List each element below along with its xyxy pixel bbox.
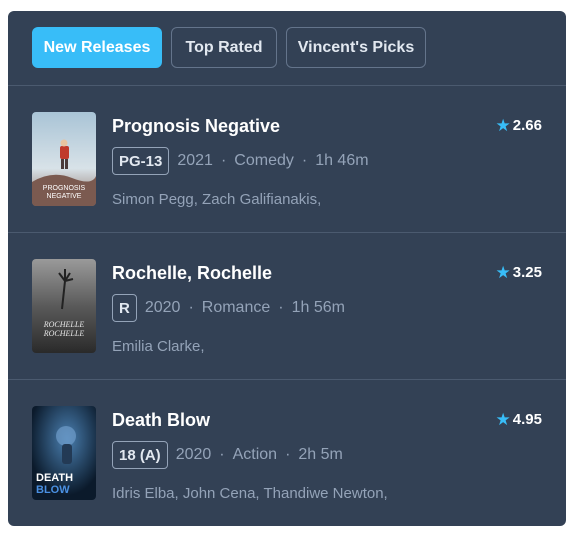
movie-row[interactable]: ROCHELLE ROCHELLE Rochelle, Rochelle ★ 3… <box>8 233 566 380</box>
star-icon: ★ <box>495 410 511 429</box>
movie-meta: R 2020 · Romance · 1h 56m <box>112 294 345 322</box>
poster-title-line-2: NEGATIVE <box>47 193 82 200</box>
movie-year: 2020 <box>144 299 181 316</box>
movie-rating: ★ 4.95 <box>496 411 542 428</box>
movie-meta: 18 (A) 2020 · Action · 2h 5m <box>112 441 343 469</box>
poster-title-line-1: ROCHELLE <box>43 320 85 329</box>
movie-row[interactable]: PROGNOSIS NEGATIVE Prognosis Negative ★ … <box>8 86 566 233</box>
movie-title[interactable]: Prognosis Negative <box>112 116 280 137</box>
certification-badge: R <box>112 294 137 322</box>
movie-genre: Romance <box>201 299 271 316</box>
tab-vincents-picks[interactable]: Vincent's Picks <box>286 27 426 68</box>
poster-title-line-1: PROGNOSIS <box>43 185 86 192</box>
rating-value: 3.25 <box>512 264 542 281</box>
movie-rating: ★ 3.25 <box>496 264 542 281</box>
movie-runtime: 2h 5m <box>298 446 343 463</box>
movie-poster[interactable]: DEATH BLOW <box>32 406 96 500</box>
movie-year: 2021 <box>177 152 213 169</box>
movie-title[interactable]: Rochelle, Rochelle <box>112 263 272 284</box>
star-icon: ★ <box>495 263 511 282</box>
star-icon: ★ <box>495 116 511 135</box>
movie-cast: Simon Pegg, Zach Galifianakis, <box>112 191 322 208</box>
movie-cast: Idris Elba, John Cena, Thandiwe Newton, <box>112 485 388 502</box>
poster-title-line-2: ROCHELLE <box>43 329 85 338</box>
movie-meta: PG-13 2021 · Comedy · 1h 46m <box>112 147 369 175</box>
rating-value: 4.95 <box>512 411 542 428</box>
movie-genre: Action <box>232 446 278 463</box>
rating-value: 2.66 <box>512 117 542 134</box>
certification-badge: PG-13 <box>112 147 170 175</box>
poster-title-line-2: BLOW <box>36 484 70 496</box>
movie-year: 2020 <box>175 446 212 463</box>
movie-row[interactable]: DEATH BLOW Death Blow ★ 4.95 18 (A) 2020… <box>8 380 566 526</box>
movie-runtime: 1h 56m <box>291 299 345 316</box>
tab-top-rated[interactable]: Top Rated <box>171 27 277 68</box>
tab-bar: New Releases Top Rated Vincent's Picks <box>8 11 566 86</box>
movie-runtime: 1h 46m <box>315 152 369 169</box>
movie-rating: ★ 2.66 <box>496 117 542 134</box>
certification-badge: 18 (A) <box>112 441 168 469</box>
movie-poster[interactable]: ROCHELLE ROCHELLE <box>32 259 96 353</box>
separator-dot: · <box>219 446 225 463</box>
movie-cast: Emilia Clarke, <box>112 338 205 355</box>
separator-dot: · <box>188 299 194 316</box>
movie-title[interactable]: Death Blow <box>112 410 210 431</box>
movie-list-panel: New Releases Top Rated Vincent's Picks P… <box>8 11 566 526</box>
separator-dot: · <box>278 299 284 316</box>
movie-poster[interactable]: PROGNOSIS NEGATIVE <box>32 112 96 206</box>
separator-dot: · <box>220 152 227 169</box>
separator-dot: · <box>301 152 308 169</box>
movie-genre: Comedy <box>234 152 294 169</box>
separator-dot: · <box>285 446 291 463</box>
poster-title-line-1: DEATH <box>36 472 73 484</box>
tab-new-releases[interactable]: New Releases <box>32 27 162 68</box>
